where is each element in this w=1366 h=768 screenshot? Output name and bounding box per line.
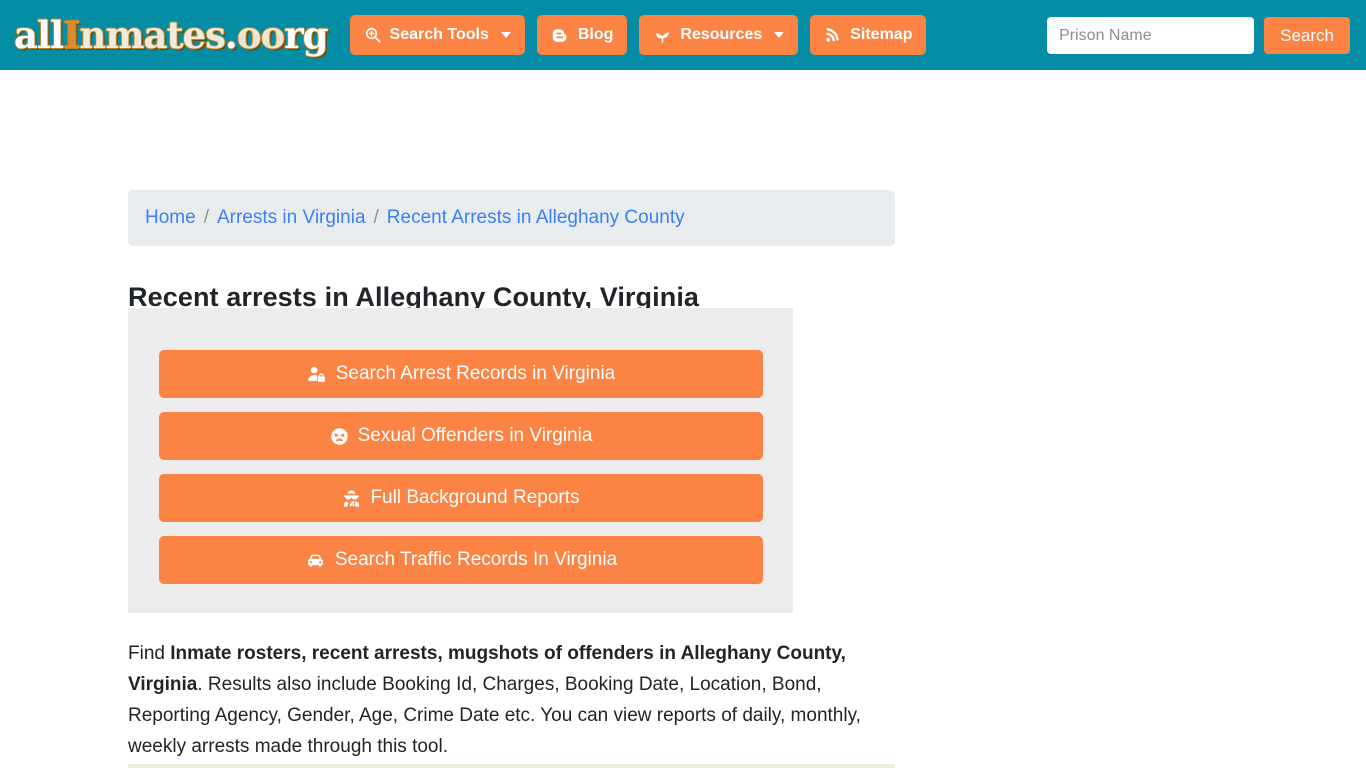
search-plus-icon xyxy=(364,26,382,44)
site-header: allInmates.oorg Search Tools Blog Resour… xyxy=(0,0,1366,70)
chevron-down-icon xyxy=(774,32,785,38)
nav-sitemap-label: Sitemap xyxy=(850,26,913,43)
intro-lead: Find xyxy=(128,643,171,664)
site-logo[interactable]: allInmates.oorg xyxy=(14,12,329,58)
header-search: Search xyxy=(1047,17,1350,54)
logo-letters-rg: rg xyxy=(284,12,328,57)
cta-sexual-offenders-button[interactable]: Sexual Offenders in Virginia xyxy=(159,412,763,460)
cta-button-panel: Search Arrest Records in Virginia Sexual… xyxy=(128,308,793,613)
logo-letter-a: a xyxy=(14,12,38,57)
angry-face-icon xyxy=(330,427,349,446)
logo-letters-nmates: nmates xyxy=(79,12,225,57)
breadcrumb-item-current[interactable]: Recent Arrests in Alleghany County xyxy=(387,207,685,229)
breadcrumb-item-arrests-in-virginia[interactable]: Arrests in Virginia xyxy=(217,207,366,229)
cta-label: Search Traffic Records In Virginia xyxy=(334,549,618,570)
intro-paragraph: Find Inmate rosters, recent arrests, mug… xyxy=(128,638,898,762)
logo-letter-i-inmate-figure: I xyxy=(63,12,80,57)
intro-rest: . Results also include Booking Id, Charg… xyxy=(128,674,861,757)
logo-dot: . xyxy=(224,12,238,57)
rss-icon xyxy=(824,26,842,44)
nav-blog-button[interactable]: Blog xyxy=(536,15,628,55)
cta-search-traffic-records-button[interactable]: Search Traffic Records In Virginia xyxy=(159,536,763,584)
nav-sitemap-button[interactable]: Sitemap xyxy=(810,15,927,55)
chevron-down-icon xyxy=(500,32,511,38)
search-submit-button[interactable]: Search xyxy=(1264,17,1350,54)
breadcrumb-separator: / xyxy=(373,207,379,228)
cta-search-arrest-records-button[interactable]: Search Arrest Records in Virginia xyxy=(159,350,763,398)
nav-resources-label: Resources xyxy=(680,26,763,43)
logo-letters-ll: ll xyxy=(36,12,64,57)
cta-label: Full Background Reports xyxy=(370,487,580,508)
car-icon xyxy=(305,551,326,570)
user-secret-icon xyxy=(342,489,361,508)
cta-full-background-reports-button[interactable]: Full Background Reports xyxy=(159,474,763,522)
search-arrest-records-section: Search Arrest Records of Alleghany Count… xyxy=(128,764,895,768)
cta-label: Sexual Offenders in Virginia xyxy=(357,425,593,446)
nav-resources-button[interactable]: Resources xyxy=(639,15,799,55)
seedling-icon xyxy=(653,26,672,45)
breadcrumb-item-home[interactable]: Home xyxy=(145,207,196,229)
nav-search-tools-label: Search Tools xyxy=(389,26,489,43)
breadcrumb: Home / Arrests in Virginia / Recent Arre… xyxy=(128,190,895,246)
breadcrumb-separator: / xyxy=(203,207,209,228)
cta-label: Search Arrest Records in Virginia xyxy=(335,363,616,384)
logo-letters-oo-handcuffs: oo xyxy=(236,12,285,57)
nav-search-tools-button[interactable]: Search Tools xyxy=(349,15,525,55)
nav-blog-label: Blog xyxy=(577,26,614,43)
blogger-icon xyxy=(551,26,570,45)
user-lock-icon xyxy=(307,365,327,384)
main-navigation: Search Tools Blog Resources Sitemap xyxy=(349,15,927,55)
site-logo-text: allInmates.oorg xyxy=(14,16,329,54)
search-input[interactable] xyxy=(1047,17,1255,54)
